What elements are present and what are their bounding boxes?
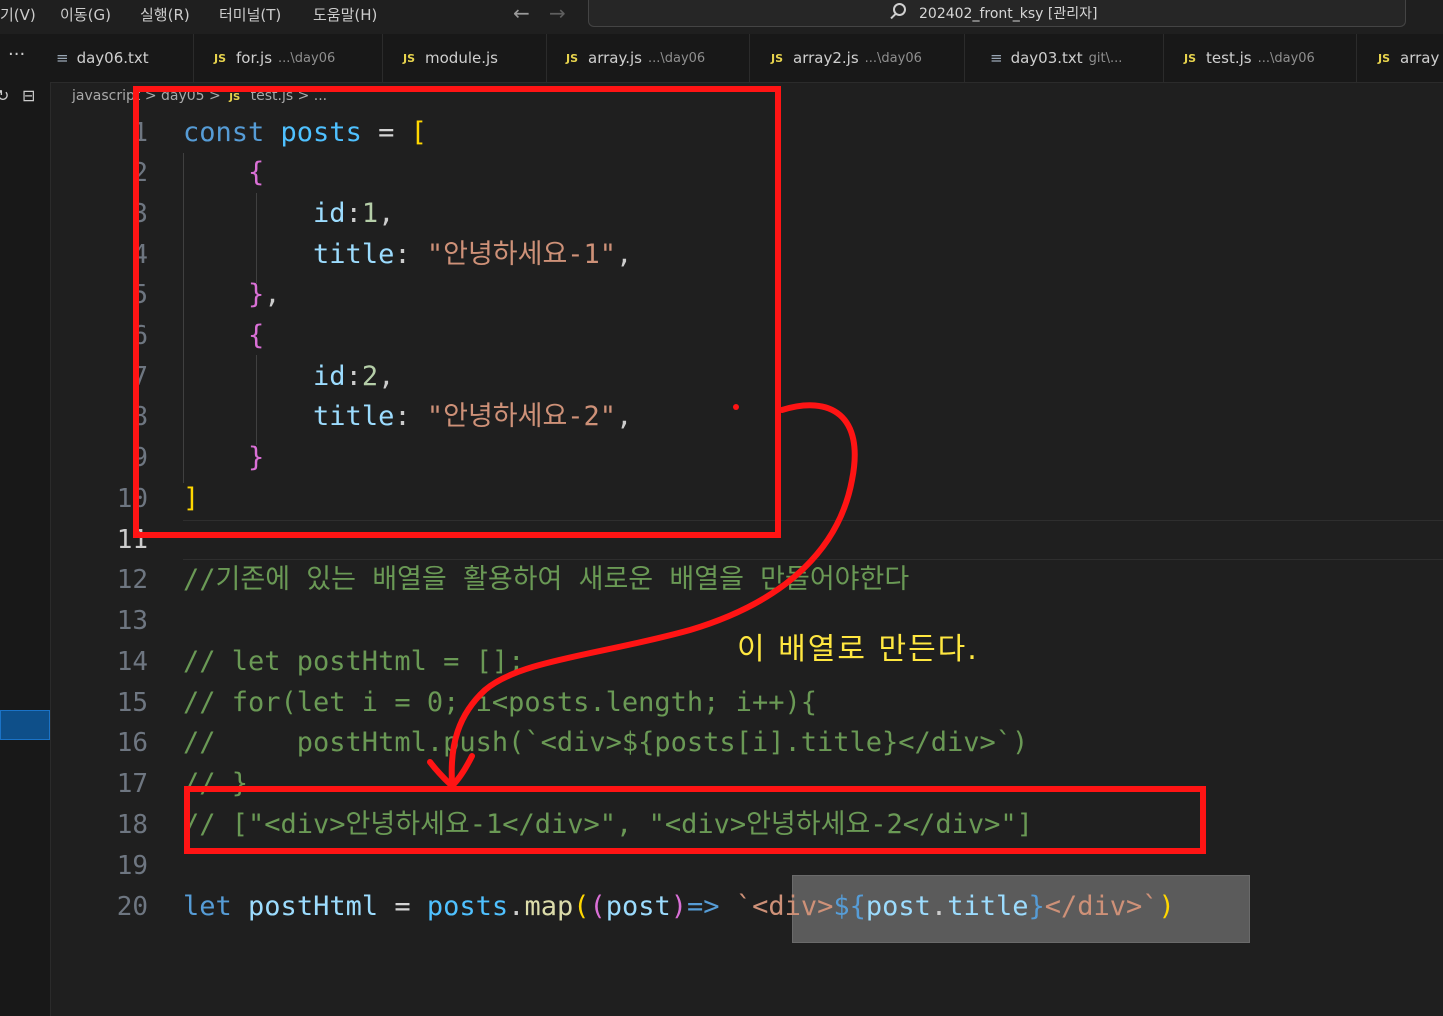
annotation-text: 이 배열로 만든다. <box>737 632 979 667</box>
annotation-arrow <box>427 402 858 791</box>
